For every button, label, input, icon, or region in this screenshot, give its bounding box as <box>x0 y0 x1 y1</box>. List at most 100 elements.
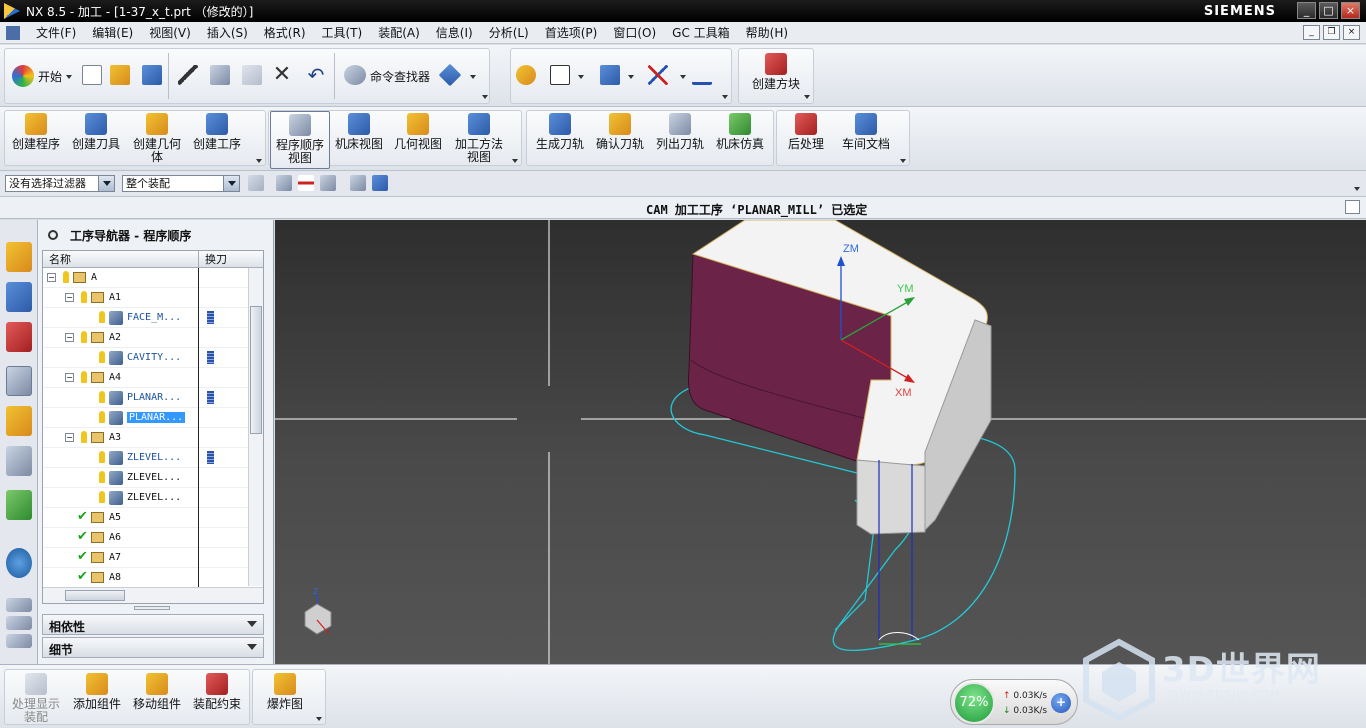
operation-row[interactable]: PLANAR... <box>43 408 263 428</box>
operation-row[interactable]: ZLEVEL... <box>43 488 263 508</box>
select-body-icon[interactable] <box>372 175 388 191</box>
program-group-row[interactable]: ✔ A7 <box>43 548 263 568</box>
graphics-viewport[interactable]: ZM YM XM Z <box>275 220 1366 664</box>
part-navigator-icon[interactable] <box>6 322 32 352</box>
collapse-toggle-icon[interactable]: − <box>65 433 74 442</box>
menu-tools[interactable]: 工具(T) <box>314 24 371 41</box>
select-edges-icon[interactable] <box>320 175 336 191</box>
speedup-plus-icon[interactable]: + <box>1051 693 1071 713</box>
toolbar-options-icon[interactable] <box>900 159 906 163</box>
network-speed-widget[interactable]: 72% ↑ 0.03K/s ↓ 0.03K/s + <box>950 679 1078 725</box>
program-group-row[interactable]: − A2 <box>43 328 263 348</box>
operation-row[interactable]: ZLEVEL... <box>43 468 263 488</box>
filter-settings-icon[interactable] <box>248 175 264 191</box>
app-menu-icon[interactable] <box>6 25 20 40</box>
program-group-row[interactable]: ✔ A8 <box>43 568 263 588</box>
toolbar-options-icon[interactable] <box>512 159 518 163</box>
column-header-tool-change[interactable]: 换刀 <box>199 251 227 267</box>
exploded-view-button[interactable]: 爆炸图 <box>260 673 310 711</box>
shop-documentation-button[interactable]: 车间文档 <box>838 113 894 151</box>
menu-window[interactable]: 窗口(O) <box>605 24 664 41</box>
start-button[interactable]: 开始 <box>38 68 62 85</box>
machining-method-view-button[interactable]: 加工方法视图 <box>450 113 508 164</box>
toolbar-options-icon[interactable] <box>316 717 322 721</box>
toolbar-options-icon[interactable] <box>1354 187 1360 191</box>
menu-insert[interactable]: 插入(S) <box>199 24 256 41</box>
menu-gc-toolbox[interactable]: GC 工具箱 <box>664 24 738 41</box>
program-order-view-button[interactable]: 程序顺序视图 <box>270 111 330 169</box>
create-geometry-button[interactable]: 创建几何体 <box>128 113 186 164</box>
collapse-toggle-icon[interactable]: − <box>65 293 74 302</box>
details-section[interactable]: 细节 <box>42 637 264 658</box>
chevron-down-icon[interactable] <box>578 75 584 79</box>
geometry-view-button[interactable]: 几何视图 <box>390 113 446 151</box>
select-features-icon[interactable] <box>276 175 292 191</box>
info-icon[interactable] <box>6 548 32 578</box>
constraint-navigator-icon[interactable] <box>6 282 32 312</box>
toolbar-options-icon[interactable] <box>482 95 488 99</box>
list-toolpath-button[interactable]: 列出刀轨 <box>652 113 708 151</box>
machine-navigator-icon[interactable] <box>6 406 32 436</box>
new-file-icon[interactable] <box>82 65 102 85</box>
type-filter-dropdown[interactable]: 没有选择过滤器 <box>5 175 115 192</box>
close-button[interactable]: × <box>1341 2 1360 19</box>
move-component-button[interactable]: 移动组件 <box>130 673 184 711</box>
collapse-toggle-icon[interactable]: − <box>65 373 74 382</box>
operation-row[interactable]: ZLEVEL... <box>43 448 263 468</box>
column-header-name[interactable]: 名称 <box>43 251 199 267</box>
menu-help[interactable]: 帮助(H) <box>738 24 796 41</box>
panel-splitter[interactable] <box>134 606 170 610</box>
machine-simulation-button[interactable]: 机床仿真 <box>712 113 768 151</box>
collapse-toggle-icon[interactable]: − <box>47 273 56 282</box>
vertical-scrollbar[interactable] <box>248 268 263 586</box>
minimize-button[interactable]: _ <box>1297 2 1316 19</box>
menu-format[interactable]: 格式(R) <box>256 24 314 41</box>
selection-scope-dropdown[interactable]: 整个装配 <box>122 175 240 192</box>
pin-icon[interactable] <box>48 230 58 240</box>
operation-row[interactable]: CAVITY... <box>43 348 263 368</box>
copy-icon[interactable] <box>210 65 230 85</box>
scroll-down-icon[interactable] <box>6 616 32 630</box>
scroll-end-icon[interactable] <box>6 634 32 648</box>
program-group-row[interactable]: − A4 <box>43 368 263 388</box>
menu-file[interactable]: 文件(F) <box>28 24 84 41</box>
display-mode-icon[interactable] <box>516 65 536 85</box>
roles-icon[interactable] <box>6 490 32 520</box>
cut-icon[interactable] <box>178 65 198 85</box>
fullscreen-toggle-icon[interactable] <box>1345 200 1360 214</box>
open-folder-icon[interactable] <box>110 65 130 85</box>
toolbar-options-icon[interactable] <box>722 95 728 99</box>
save-icon[interactable] <box>142 65 162 85</box>
scroll-up-icon[interactable] <box>6 598 32 612</box>
create-operation-button[interactable]: 创建工序 <box>188 113 246 151</box>
toolbar-options-icon[interactable] <box>256 159 262 163</box>
verify-toolpath-button[interactable]: 确认刀轨 <box>592 113 648 151</box>
process-display-assembly-button[interactable]: 处理显示装配 <box>8 673 64 724</box>
program-group-row[interactable]: − A1 <box>43 288 263 308</box>
menu-view[interactable]: 视图(V) <box>141 24 199 41</box>
machine-tool-view-button[interactable]: 机床视图 <box>332 113 386 151</box>
program-group-row[interactable]: ✔ A5 <box>43 508 263 528</box>
postprocess-button[interactable]: 后处理 <box>780 113 832 151</box>
doc-restore-button[interactable]: ❐ <box>1323 25 1340 40</box>
collapse-toggle-icon[interactable]: − <box>65 333 74 342</box>
operation-row[interactable]: FACE_M... <box>43 308 263 328</box>
menu-assembly[interactable]: 装配(A) <box>370 24 428 41</box>
menu-analysis[interactable]: 分析(L) <box>481 24 537 41</box>
assembly-constraint-button[interactable]: 装配约束 <box>190 673 244 711</box>
create-block-button[interactable]: 创建方块 <box>744 53 808 91</box>
create-program-button[interactable]: 创建程序 <box>8 113 64 151</box>
menu-information[interactable]: 信息(I) <box>428 24 481 41</box>
select-solid-icon[interactable] <box>350 175 366 191</box>
doc-close-button[interactable]: × <box>1343 25 1360 40</box>
program-group-row[interactable]: ✔ A6 <box>43 528 263 548</box>
render-style-icon[interactable] <box>550 65 570 85</box>
create-tool-button[interactable]: 创建刀具 <box>68 113 124 151</box>
chevron-down-icon[interactable] <box>470 75 476 79</box>
program-group-row[interactable]: − A <box>43 268 263 288</box>
operation-row[interactable]: PLANAR... <box>43 388 263 408</box>
maximize-button[interactable]: □ <box>1319 2 1338 19</box>
orient-view-icon[interactable] <box>600 65 620 85</box>
doc-minimize-button[interactable]: _ <box>1303 25 1320 40</box>
snap-point-icon[interactable] <box>648 65 668 85</box>
